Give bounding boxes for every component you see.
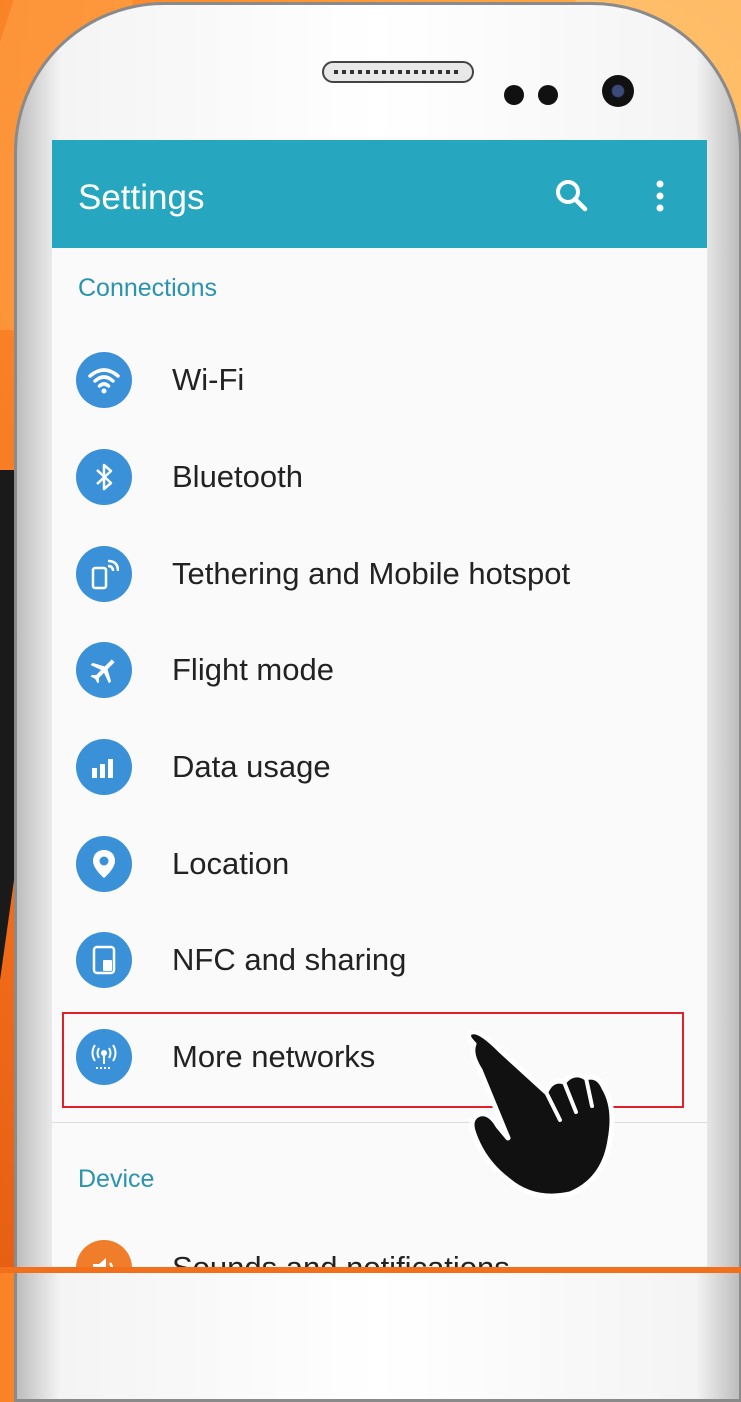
settings-item-label: Tethering and Mobile hotspot — [172, 556, 571, 591]
settings-item-location[interactable]: Location — [52, 816, 707, 912]
more-vert-icon[interactable] — [648, 176, 672, 216]
pointing-hand-icon — [466, 1030, 615, 1199]
sensor-dot — [504, 85, 524, 105]
settings-item-flight-mode[interactable]: Flight mode — [52, 622, 707, 718]
airplane-icon — [76, 642, 132, 698]
settings-item-label: More networks — [172, 1039, 376, 1074]
settings-item-label: Wi-Fi — [172, 362, 245, 397]
bluetooth-icon — [76, 449, 132, 505]
settings-item-label: Bluetooth — [172, 459, 303, 494]
app-bar: Settings — [52, 140, 707, 248]
sensor-dot — [538, 85, 558, 105]
search-icon[interactable] — [552, 176, 592, 216]
section-header-device: Device — [78, 1165, 155, 1193]
data-usage-icon — [76, 739, 132, 795]
hotspot-icon — [76, 546, 132, 602]
settings-item-sounds[interactable]: Sounds and notifications — [52, 1220, 707, 1273]
wifi-icon — [76, 352, 132, 408]
pointer-arrow-bar — [0, 470, 14, 800]
settings-item-label: Location — [172, 846, 290, 881]
section-header-connections: Connections — [78, 274, 217, 302]
page-title: Settings — [78, 178, 205, 217]
speaker-grille — [322, 61, 474, 83]
nfc-icon — [76, 932, 132, 988]
settings-item-bluetooth[interactable]: Bluetooth — [52, 429, 707, 525]
settings-item-wifi[interactable]: Wi-Fi — [52, 332, 707, 428]
settings-item-nfc[interactable]: NFC and sharing — [52, 912, 707, 1008]
settings-item-label: Flight mode — [172, 652, 334, 687]
antenna-icon — [76, 1029, 132, 1085]
settings-item-tethering[interactable]: Tethering and Mobile hotspot — [52, 526, 707, 622]
settings-item-data-usage[interactable]: Data usage — [52, 719, 707, 815]
settings-item-label: Data usage — [172, 749, 331, 784]
front-camera — [602, 75, 634, 107]
bottom-strip — [0, 1267, 741, 1273]
settings-item-label: NFC and sharing — [172, 942, 407, 977]
location-icon — [76, 836, 132, 892]
